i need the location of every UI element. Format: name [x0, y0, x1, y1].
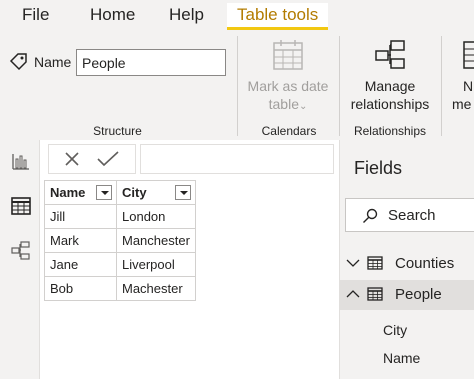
field-table-label: Counties	[395, 255, 455, 272]
table-name-input[interactable]	[76, 49, 226, 76]
tag-icon	[9, 53, 27, 71]
new-measure-label-2: me	[452, 96, 472, 112]
formula-input[interactable]	[140, 144, 334, 174]
fields-search-input[interactable]: Search	[345, 198, 474, 232]
filter-dropdown-icon[interactable]	[96, 185, 112, 200]
name-label: Name	[34, 54, 72, 70]
chevron-down-icon[interactable]	[346, 258, 360, 268]
chevron-down-icon: ⌄	[298, 101, 308, 112]
column-header-city[interactable]: City	[116, 180, 196, 205]
fields-pane: Fields Search Counties People City Name	[339, 140, 474, 379]
ribbon: Name Structure Mark as date table⌄ Calen…	[0, 30, 474, 140]
table-cell[interactable]: Mark	[44, 228, 117, 253]
manage-relationships-label-2: relationships	[350, 96, 430, 112]
column-header-label: City	[122, 185, 147, 200]
structure-group-label: Structure	[93, 124, 142, 138]
menu-help[interactable]: Help	[161, 3, 212, 27]
search-placeholder: Search	[388, 207, 436, 224]
ribbon-separator	[339, 36, 340, 136]
manage-relationships-label-1: Manage	[364, 78, 416, 94]
data-view-icon[interactable]	[10, 195, 32, 217]
field-column-city[interactable]: City	[383, 322, 407, 338]
fields-title: Fields	[354, 158, 403, 178]
table-cell[interactable]: Jill	[44, 204, 117, 229]
relationships-group-label: Relationships	[353, 124, 427, 138]
table-cell[interactable]: Machester	[116, 276, 196, 301]
search-icon	[363, 208, 378, 223]
table-row: Jane Liverpool	[44, 252, 196, 277]
table-header-row: Name City	[44, 180, 196, 205]
relationships-icon	[375, 40, 405, 69]
table-cell[interactable]: Bob	[44, 276, 117, 301]
table-cell[interactable]: London	[116, 204, 196, 229]
column-header-label: Name	[50, 185, 86, 200]
table-cell[interactable]: Jane	[44, 252, 117, 277]
report-view-icon[interactable]	[10, 150, 32, 172]
new-measure-label-1: N	[463, 78, 474, 94]
menu-bar: File Home Help Table tools	[0, 0, 474, 30]
chevron-up-icon[interactable]	[346, 289, 360, 299]
calendars-group-label: Calendars	[261, 124, 317, 138]
model-view-icon[interactable]	[10, 240, 32, 262]
table-row: Jill London	[44, 204, 196, 229]
field-table-label: People	[395, 286, 442, 303]
close-icon[interactable]	[65, 152, 79, 166]
table-cell[interactable]: Liverpool	[116, 252, 196, 277]
view-rail	[0, 140, 40, 379]
table-icon	[367, 287, 383, 301]
calendar-table-icon	[273, 40, 303, 70]
table-row: Bob Machester	[44, 276, 196, 301]
field-table-counties[interactable]: Counties	[340, 249, 474, 279]
field-column-name[interactable]: Name	[383, 350, 420, 366]
table-icon	[367, 256, 383, 270]
column-header-name[interactable]: Name	[44, 180, 117, 205]
data-table: Name City Jill London Mark Manchester Ja…	[44, 180, 196, 301]
check-icon[interactable]	[97, 151, 119, 167]
ribbon-separator	[237, 36, 238, 136]
menu-table-tools[interactable]: Table tools	[227, 3, 329, 30]
mark-as-date-label-2: table⌄	[268, 96, 308, 112]
filter-dropdown-icon[interactable]	[174, 185, 191, 200]
field-table-people[interactable]: People	[340, 280, 474, 310]
table-cell[interactable]: Manchester	[116, 228, 196, 253]
table-row: Mark Manchester	[44, 228, 196, 253]
mark-as-date-label-1: Mark as date	[247, 78, 329, 94]
formula-controls	[48, 144, 136, 174]
measure-icon	[463, 41, 474, 69]
ribbon-separator	[441, 36, 442, 136]
menu-file[interactable]: File	[14, 3, 57, 27]
menu-home[interactable]: Home	[82, 3, 143, 27]
